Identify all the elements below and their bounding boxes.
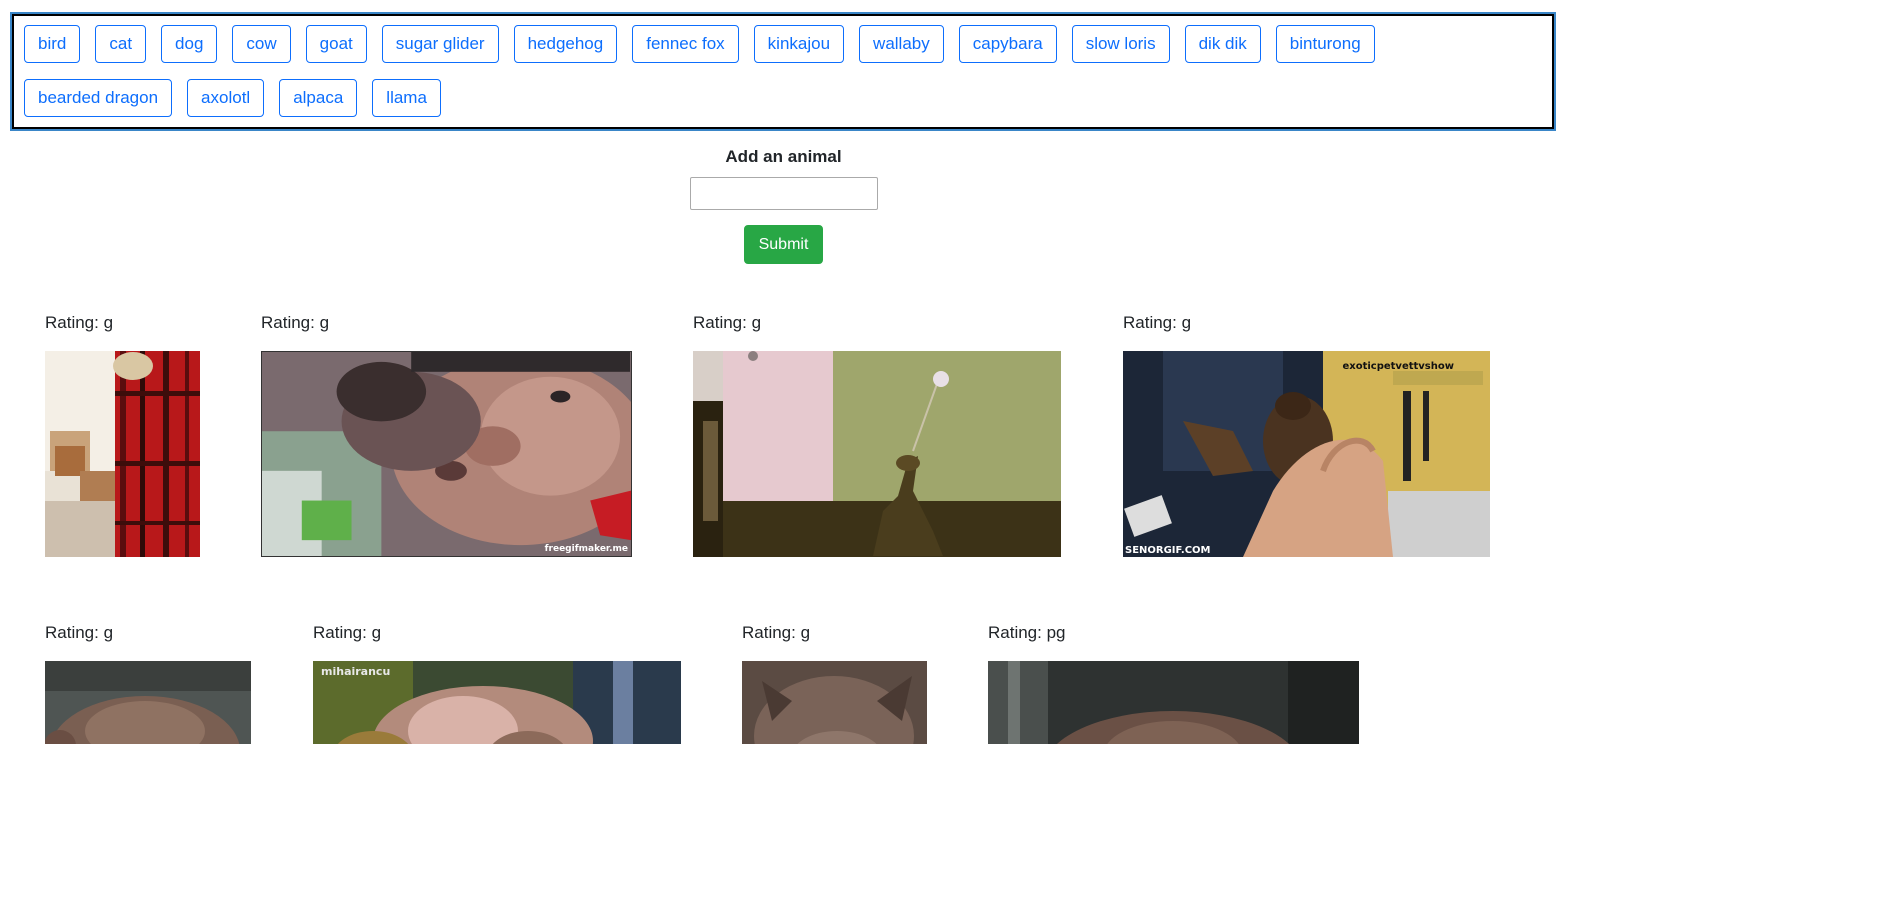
animal-button-fennec-fox[interactable]: fennec fox [632, 25, 739, 63]
add-animal-form: Add an animal Submit [0, 140, 1567, 264]
gif-watermark: freegifmaker.me [544, 544, 628, 554]
rating-label: Rating: g [313, 623, 382, 642]
animal-button-wallaby[interactable]: wallaby [859, 25, 944, 63]
animal-button-dik-dik[interactable]: dik dik [1184, 25, 1261, 63]
submit-button[interactable]: Submit [744, 225, 823, 264]
animal-name-input[interactable] [689, 177, 878, 210]
animal-button-goat[interactable]: goat [305, 25, 367, 63]
page: bird cat dog cow goat sugar glider hedge… [0, 0, 1567, 744]
animal-button-bar: bird cat dog cow goat sugar glider hedge… [10, 12, 1556, 131]
animal-button-bearded-dragon[interactable]: bearded dragon [24, 79, 173, 117]
rating-label: Rating: g [45, 623, 114, 642]
gif-image: exoticpetvettvshow SENORGIF.COM [1123, 351, 1490, 557]
rating-label: Rating: g [261, 313, 330, 332]
gif-card: Rating: pg [988, 623, 1359, 744]
animal-button-dog[interactable]: dog [161, 25, 218, 63]
rating-label: Rating: g [742, 623, 811, 642]
animal-button-bird[interactable]: bird [24, 25, 81, 63]
gif-card: Rating: g [45, 623, 251, 744]
rating-label: Rating: g [1123, 313, 1192, 332]
gif-image: mihairancu [313, 661, 681, 744]
gif-card: Rating: g freegifmaker.me [261, 313, 632, 557]
add-animal-label: Add an animal [725, 147, 842, 166]
rating-label: Rating: pg [988, 623, 1066, 642]
gif-watermark: SENORGIF.COM [1125, 545, 1211, 556]
gif-image [742, 661, 927, 744]
gif-card: Rating: g mihairancu [313, 623, 681, 744]
gif-card: Rating: g [45, 313, 200, 557]
rating-label: Rating: g [45, 313, 114, 332]
animal-button-sugar-glider[interactable]: sugar glider [381, 25, 499, 63]
gif-image: freegifmaker.me [261, 351, 632, 557]
animal-button-alpaca[interactable]: alpaca [279, 79, 358, 117]
rating-label: Rating: g [693, 313, 762, 332]
gif-watermark: exoticpetvettvshow [1342, 361, 1454, 372]
gif-card: Rating: g exoticpetvettvshow SENORGIF.CO… [1123, 313, 1490, 557]
gif-card: Rating: g [693, 313, 1061, 557]
animal-button-slow-loris[interactable]: slow loris [1071, 25, 1170, 63]
gif-image [45, 351, 200, 557]
gif-image [45, 661, 251, 744]
animal-button-hedgehog[interactable]: hedgehog [513, 25, 618, 63]
gif-card: Rating: g [742, 623, 927, 744]
animal-button-cow[interactable]: cow [232, 25, 291, 63]
animal-button-binturong[interactable]: binturong [1275, 25, 1375, 63]
animal-button-capybara[interactable]: capybara [958, 25, 1057, 63]
animal-button-kinkajou[interactable]: kinkajou [753, 25, 845, 63]
animal-button-llama[interactable]: llama [372, 79, 441, 117]
animal-button-axolotl[interactable]: axolotl [187, 79, 265, 117]
gif-image [988, 661, 1359, 744]
gif-image [693, 351, 1061, 557]
gif-watermark: mihairancu [321, 665, 391, 678]
animal-button-cat[interactable]: cat [95, 25, 147, 63]
